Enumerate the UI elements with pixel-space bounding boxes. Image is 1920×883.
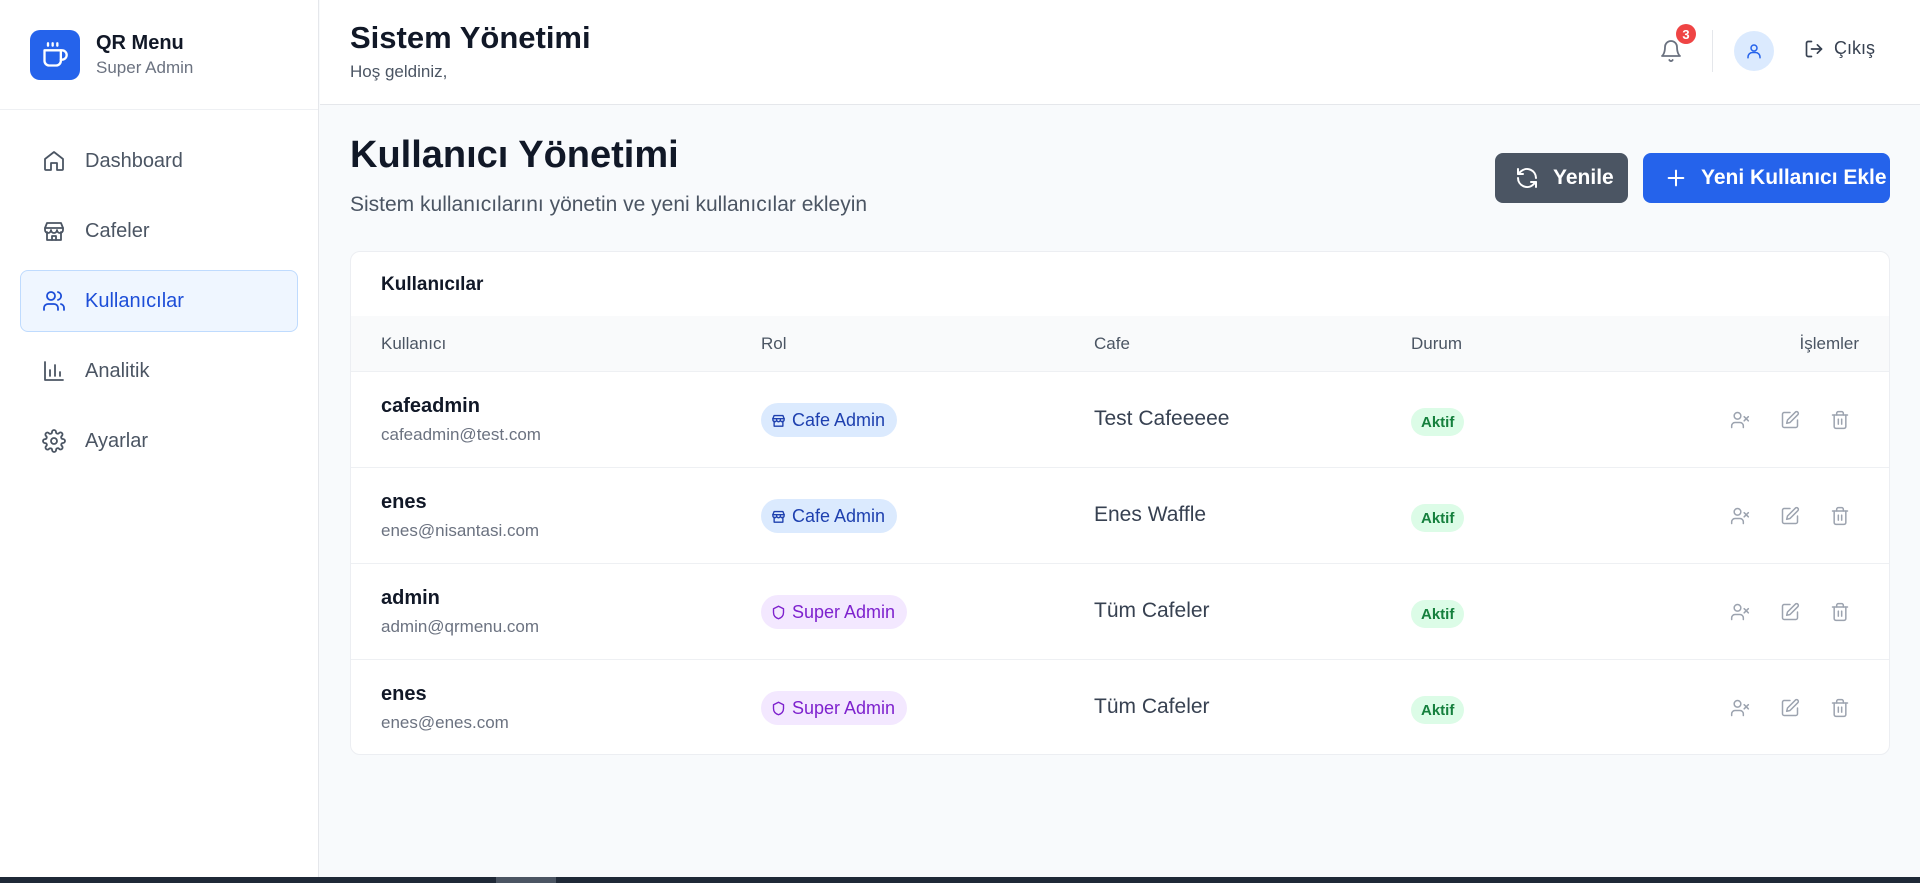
sidebar-item-label: Cafeler <box>85 219 150 242</box>
shield-icon <box>771 701 786 716</box>
brand-title: QR Menu <box>96 31 184 54</box>
refresh-icon <box>1515 166 1539 190</box>
deactivate-user-icon[interactable] <box>1726 406 1754 434</box>
user-name: enes <box>381 683 427 705</box>
cafe-name: Tüm Cafeler <box>1094 695 1210 718</box>
add-user-label: Yeni Kullanıcı Ekle <box>1701 166 1887 189</box>
brand-subtitle: Super Admin <box>96 57 194 77</box>
table-row: admin admin@qrmenu.com Super Admin Tüm C… <box>351 564 1889 660</box>
user-name: cafeadmin <box>381 395 480 417</box>
header-subtitle: Hoş geldiniz, <box>350 62 448 81</box>
logout-button[interactable]: Çıkış <box>1804 38 1875 59</box>
avatar[interactable] <box>1734 31 1774 71</box>
table-row: enes enes@enes.com Super Admin Tüm Cafel… <box>351 660 1889 754</box>
logout-label: Çıkış <box>1834 38 1876 58</box>
store-icon <box>41 218 67 244</box>
role-badge: Super Admin <box>761 691 908 725</box>
role-badge: Cafe Admin <box>761 499 898 533</box>
status-badge: Aktif <box>1411 600 1465 628</box>
horizontal-scrollbar[interactable] <box>0 877 1920 883</box>
role-badge: Cafe Admin <box>761 403 898 437</box>
sidebar-item-label: Dashboard <box>85 149 183 172</box>
trash-icon[interactable] <box>1826 694 1854 722</box>
column-header-cafe: Cafe <box>1094 333 1130 353</box>
add-user-button[interactable]: Yeni Kullanıcı Ekle <box>1643 153 1890 203</box>
bar-chart-icon <box>41 358 67 384</box>
sidebar-item-dashboard[interactable]: Dashboard <box>20 130 298 192</box>
sidebar: QR Menu Super Admin Dashboard Cafeler Ku… <box>0 0 319 883</box>
column-header-role: Rol <box>761 333 787 353</box>
edit-icon[interactable] <box>1776 598 1804 626</box>
trash-icon[interactable] <box>1826 502 1854 530</box>
page-description: Sistem kullanıcılarını yönetin ve yeni k… <box>350 193 868 216</box>
sidebar-item-ayarlar[interactable]: Ayarlar <box>20 410 298 472</box>
trash-icon[interactable] <box>1826 406 1854 434</box>
edit-icon[interactable] <box>1776 502 1804 530</box>
deactivate-user-icon[interactable] <box>1726 694 1754 722</box>
sidebar-item-label: Kullanıcılar <box>85 289 184 312</box>
shield-icon <box>771 605 786 620</box>
sidebar-nav: Dashboard Cafeler Kullanıcılar Analitik … <box>0 110 318 500</box>
row-actions <box>1726 502 1876 530</box>
role-label: Super Admin <box>792 697 896 718</box>
scrollbar-thumb[interactable] <box>496 877 556 883</box>
notification-badge: 3 <box>1676 24 1696 44</box>
status-badge: Aktif <box>1411 408 1465 436</box>
sidebar-item-label: Ayarlar <box>85 429 148 452</box>
role-label: Super Admin <box>792 601 896 622</box>
role-label: Cafe Admin <box>792 505 886 526</box>
status-badge: Aktif <box>1411 504 1465 532</box>
logout-icon <box>1804 39 1824 59</box>
cafe-name: Test Cafeeeee <box>1094 407 1230 430</box>
users-card: Kullanıcılar Kullanıcı Rol Cafe Durum İş… <box>350 251 1890 755</box>
user-email: enes@nisantasi.com <box>381 521 540 540</box>
table-row: cafeadmin cafeadmin@test.com Cafe Admin … <box>351 372 1889 468</box>
brand: QR Menu Super Admin <box>0 0 318 110</box>
trash-icon[interactable] <box>1826 598 1854 626</box>
sidebar-item-kullanicilar[interactable]: Kullanıcılar <box>20 270 298 332</box>
column-header-actions: İşlemler <box>1799 333 1859 353</box>
user-name: enes <box>381 491 427 513</box>
user-name: admin <box>381 587 440 609</box>
cafe-name: Tüm Cafeler <box>1094 599 1210 622</box>
header-divider <box>1712 30 1713 72</box>
page-title: Kullanıcı Yönetimi <box>350 134 679 176</box>
home-icon <box>41 148 67 174</box>
plus-icon <box>1665 167 1687 189</box>
coffee-cup-icon <box>30 29 80 80</box>
gear-icon <box>41 428 67 454</box>
edit-icon[interactable] <box>1776 694 1804 722</box>
table-row: enes enes@nisantasi.com Cafe Admin Enes … <box>351 468 1889 564</box>
users-icon <box>41 288 67 314</box>
column-header-user: Kullanıcı <box>381 333 447 353</box>
user-email: cafeadmin@test.com <box>381 425 541 444</box>
refresh-label: Yenile <box>1553 166 1614 189</box>
card-title: Kullanıcılar <box>381 274 484 295</box>
edit-icon[interactable] <box>1776 406 1804 434</box>
sidebar-item-cafeler[interactable]: Cafeler <box>20 200 298 262</box>
header-title: Sistem Yönetimi <box>350 20 591 55</box>
role-badge: Super Admin <box>761 595 908 629</box>
user-email: enes@enes.com <box>381 713 509 732</box>
store-icon <box>771 413 786 428</box>
top-header: Sistem Yönetimi Hoş geldiniz, 3 Çıkış <box>320 0 1920 105</box>
role-label: Cafe Admin <box>792 409 886 430</box>
row-actions <box>1726 694 1876 722</box>
store-icon <box>771 509 786 524</box>
table-header: Kullanıcı Rol Cafe Durum İşlemler <box>351 316 1889 372</box>
sidebar-item-label: Analitik <box>85 359 150 382</box>
row-actions <box>1726 406 1876 434</box>
user-email: admin@qrmenu.com <box>381 617 540 636</box>
refresh-button[interactable]: Yenile <box>1495 153 1628 203</box>
row-actions <box>1726 598 1876 626</box>
column-header-status: Durum <box>1411 333 1463 353</box>
deactivate-user-icon[interactable] <box>1726 502 1754 530</box>
deactivate-user-icon[interactable] <box>1726 598 1754 626</box>
sidebar-item-analitik[interactable]: Analitik <box>20 340 298 402</box>
status-badge: Aktif <box>1411 696 1465 724</box>
cafe-name: Enes Waffle <box>1094 503 1207 526</box>
